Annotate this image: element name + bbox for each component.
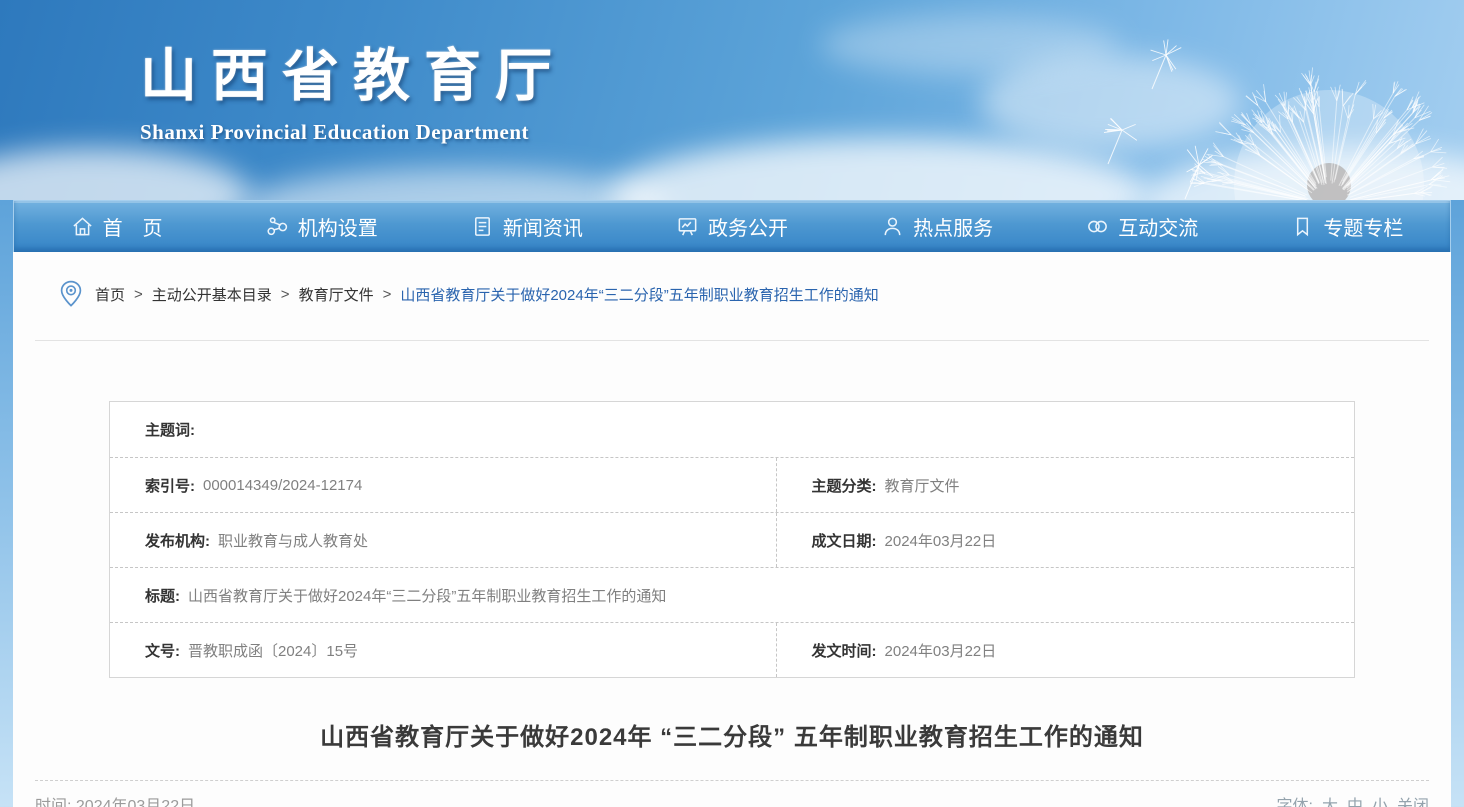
nav-item-gov-affairs[interactable]: 政务公开 (629, 201, 834, 252)
field-label: 主题分类: (812, 475, 877, 496)
doc-info-cell: 文号: 晋教职成函〔2024〕15号 (110, 623, 776, 677)
section-divider (35, 340, 1429, 341)
doc-info-cell: 发布机构: 职业教育与成人教育处 (110, 513, 776, 567)
field-value: 2024年03月22日 (885, 530, 997, 551)
interaction-link-icon (1086, 215, 1109, 238)
nav-item-label: 热点服务 (913, 212, 993, 241)
location-pin-icon (59, 280, 83, 308)
gov-affairs-icon (676, 215, 699, 238)
breadcrumb-link[interactable]: 教育厅文件 (299, 284, 374, 305)
doc-info-row: 索引号: 000014349/2024-12174 主题分类: 教育厅文件 (110, 457, 1354, 512)
doc-info-row: 标题: 山西省教育厅关于做好2024年“三二分段”五年制职业教育招生工作的通知 (110, 567, 1354, 622)
font-size-controls: 字体: 大中小关闭 (1276, 792, 1429, 807)
doc-info-cell: 标题: 山西省教育厅关于做好2024年“三二分段”五年制职业教育招生工作的通知 (110, 568, 1354, 622)
nav-item-label: 互动交流 (1118, 212, 1198, 241)
field-label: 索引号: (145, 475, 195, 496)
special-column-icon (1291, 215, 1314, 238)
org-structure-icon (266, 215, 289, 238)
time-value: 2024年03月22日 (76, 798, 195, 807)
breadcrumb-separator: > (134, 286, 143, 303)
doc-info-cell: 主题词: (110, 402, 1354, 457)
field-value: 2024年03月22日 (885, 640, 997, 661)
nav-item-home[interactable]: 首 页 (14, 201, 219, 252)
doc-info-row: 主题词: (110, 402, 1354, 457)
field-label: 标题: (145, 585, 180, 606)
field-value: 山西省教育厅关于做好2024年“三二分段”五年制职业教育招生工作的通知 (188, 585, 666, 606)
nav-item-label: 新闻资讯 (503, 212, 583, 241)
site-subtitle: Shanxi Provincial Education Department (140, 120, 566, 145)
main-nav: 首 页 机构设置 新闻资讯 政务公开 热点服务 互动交流 专题专栏 (13, 200, 1451, 252)
nav-item-org-structure[interactable]: 机构设置 (219, 201, 424, 252)
time-label: 时间: (35, 798, 71, 807)
doc-info-cell: 索引号: 000014349/2024-12174 (110, 458, 776, 512)
field-label: 主题词: (145, 419, 195, 440)
breadcrumb-link[interactable]: 主动公开基本目录 (152, 284, 272, 305)
nav-item-interaction-link[interactable]: 互动交流 (1040, 201, 1245, 252)
field-value: 职业教育与成人教育处 (218, 530, 368, 551)
field-label: 发布机构: (145, 530, 210, 551)
field-value: 晋教职成函〔2024〕15号 (188, 640, 358, 661)
dandelion-image (1104, 0, 1464, 200)
font-size-option-大[interactable]: 大 (1322, 798, 1338, 807)
font-size-option-中[interactable]: 中 (1347, 798, 1363, 807)
doc-info-cell: 主题分类: 教育厅文件 (776, 458, 1354, 512)
cloud-decoration (820, 15, 1120, 75)
breadcrumb-link[interactable]: 首页 (95, 284, 125, 305)
breadcrumb-current: 山西省教育厅关于做好2024年“三二分段”五年制职业教育招生工作的通知 (400, 284, 878, 305)
breadcrumb-separator: > (383, 286, 392, 303)
field-label: 成文日期: (812, 530, 877, 551)
nav-item-label: 机构设置 (298, 212, 378, 241)
font-label: 字体: (1276, 798, 1312, 807)
font-size-option-小[interactable]: 小 (1372, 798, 1388, 807)
cloud-decoration (0, 148, 250, 200)
nav-item-hot-service[interactable]: 热点服务 (835, 201, 1040, 252)
doc-info-row: 发布机构: 职业教育与成人教育处 成文日期: 2024年03月22日 (110, 512, 1354, 567)
site-logo: 山西省教育厅 Shanxi Provincial Education Depar… (140, 30, 566, 145)
home-icon (71, 215, 94, 238)
content-area: 首页 > 主动公开基本目录 > 教育厅文件 > 山西省教育厅关于做好2024年“三二分段”五… (13, 252, 1451, 807)
doc-info-cell: 成文日期: 2024年03月22日 (776, 513, 1354, 567)
doc-info-table: 主题词: 索引号: 000014349/2024-12174 主题分类: 教育厅文件发布… (109, 401, 1355, 678)
hot-service-icon (881, 215, 904, 238)
nav-item-special-column[interactable]: 专题专栏 (1245, 201, 1450, 252)
article-meta-bar: 时间: 2024年03月22日 字体: 大中小关闭 (35, 780, 1429, 807)
nav-item-label: 专题专栏 (1323, 212, 1403, 241)
site-header: 山西省教育厅 Shanxi Provincial Education Depar… (0, 0, 1464, 200)
publish-time: 时间: 2024年03月22日 (35, 792, 195, 807)
cloud-decoration (240, 168, 670, 200)
doc-info-row: 文号: 晋教职成函〔2024〕15号 发文时间: 2024年03月22日 (110, 622, 1354, 677)
field-label: 发文时间: (812, 640, 877, 661)
site-title: 山西省教育厅 (140, 30, 566, 112)
article-title: 山西省教育厅关于做好2024年 “三二分段” 五年制职业教育招生工作的通知 (13, 717, 1451, 752)
breadcrumb-separator: > (281, 286, 290, 303)
doc-info-cell: 发文时间: 2024年03月22日 (776, 623, 1354, 677)
breadcrumb: 首页 > 主动公开基本目录 > 教育厅文件 > 山西省教育厅关于做好2024年“三二分段”五… (13, 252, 1451, 308)
nav-item-label: 政务公开 (708, 212, 788, 241)
nav-item-news[interactable]: 新闻资讯 (424, 201, 629, 252)
field-label: 文号: (145, 640, 180, 661)
field-value: 000014349/2024-12174 (203, 477, 362, 494)
close-button[interactable]: 关闭 (1397, 798, 1429, 807)
nav-item-label: 首 页 (103, 212, 163, 241)
field-value: 教育厅文件 (885, 475, 960, 496)
news-icon (471, 215, 494, 238)
